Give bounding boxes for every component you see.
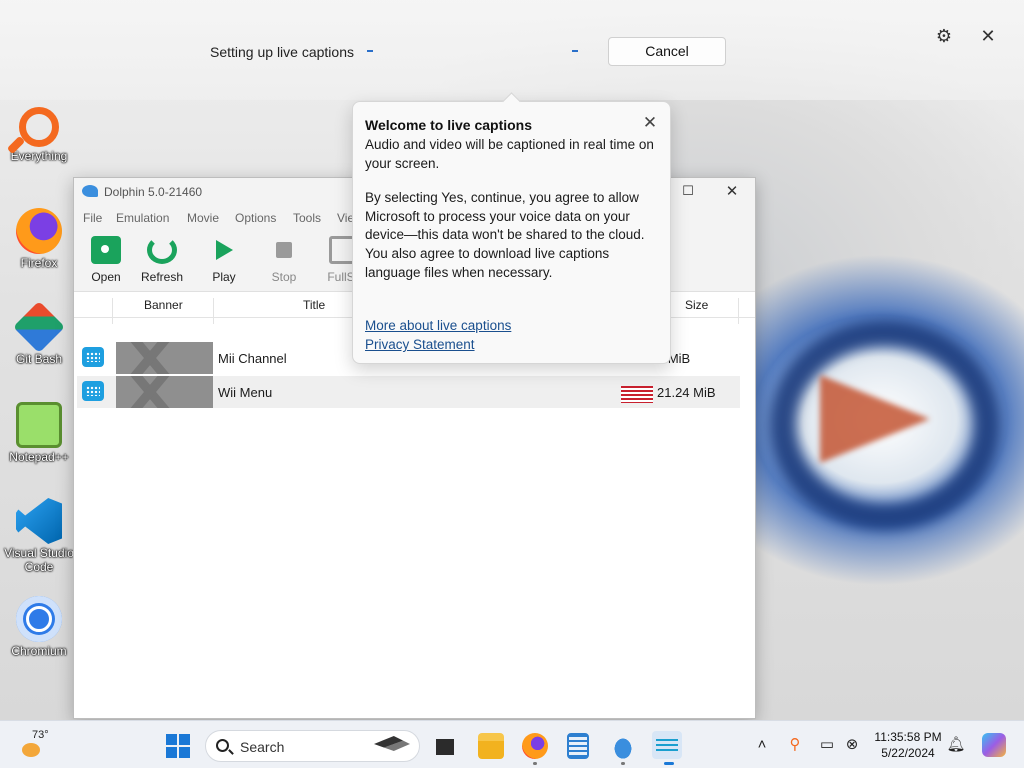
popup-title: Welcome to live captions xyxy=(365,117,533,133)
window-title: Dolphin 5.0-21460 xyxy=(104,185,203,199)
menu-file[interactable]: File xyxy=(83,211,102,225)
refresh-icon xyxy=(147,236,177,264)
file-explorer-icon[interactable] xyxy=(478,733,504,759)
open-button[interactable]: Open xyxy=(80,236,132,284)
desktop-icon-vscode[interactable]: Visual Studio Code xyxy=(4,498,74,574)
play-button[interactable]: Play xyxy=(198,236,250,284)
git-bash-icon xyxy=(12,300,66,354)
close-icon[interactable]: ✕ xyxy=(978,26,998,46)
menu-options[interactable]: Options xyxy=(235,211,276,225)
popup-body: Audio and video will be captioned in rea… xyxy=(365,136,655,298)
open-label: Open xyxy=(91,270,121,284)
clock-date: 5/22/2024 xyxy=(881,746,935,760)
graduation-cap-icon xyxy=(374,736,410,751)
clock[interactable]: 11:35:58 PM 5/22/2024 xyxy=(872,729,944,761)
privacy-statement-link[interactable]: Privacy Statement xyxy=(365,337,475,352)
progress-dash xyxy=(572,50,578,52)
desktop-icon-everything[interactable]: Everything xyxy=(4,104,74,163)
column-banner[interactable]: Banner xyxy=(144,298,183,312)
wii-platform-icon xyxy=(82,381,104,401)
open-folder-icon xyxy=(91,236,121,264)
taskbar: 73° Search ˄ ⚲ ▭ ⊗ 11:35:58 PM 5/22/2024… xyxy=(0,720,1024,768)
start-button[interactable] xyxy=(166,734,190,758)
column-separator[interactable] xyxy=(213,298,214,324)
game-title: Wii Menu xyxy=(218,385,273,400)
desktop-icon-label: Visual Studio Code xyxy=(4,546,74,574)
wallpaper-play-shape xyxy=(820,375,930,463)
live-captions-welcome-popup: Welcome to live captions ✕ Audio and vid… xyxy=(352,101,671,364)
game-banner-placeholder xyxy=(116,376,213,408)
desktop-icon-label: Firefox xyxy=(20,256,58,270)
popup-paragraph: Audio and video will be captioned in rea… xyxy=(365,137,654,171)
vscode-icon xyxy=(16,498,62,544)
cancel-button[interactable]: Cancel xyxy=(608,37,726,66)
more-about-live-captions-link[interactable]: More about live captions xyxy=(365,318,511,333)
stop-label: Stop xyxy=(271,270,297,284)
desktop-icon-label: Git Bash xyxy=(15,352,63,366)
column-size[interactable]: Size xyxy=(685,298,708,312)
chevron-up-icon[interactable]: ˄ xyxy=(752,735,772,755)
display-icon[interactable]: ▭ xyxy=(817,735,837,755)
caption-status-text: Setting up live captions xyxy=(210,44,354,60)
desktop-icon-label: Notepad++ xyxy=(9,450,69,464)
notepad-plus-plus-icon xyxy=(16,402,62,448)
maximize-icon[interactable]: ☐ xyxy=(680,183,696,199)
desktop-icon-chromium[interactable]: Chromium xyxy=(4,596,74,658)
clock-time: 11:35:58 PM xyxy=(874,730,942,744)
network-icon[interactable]: ⊗ xyxy=(842,735,862,755)
refresh-button[interactable]: Refresh xyxy=(136,236,188,284)
notepad-taskbar-icon[interactable] xyxy=(567,733,589,759)
stop-icon xyxy=(276,242,292,258)
live-captions-taskbar-icon[interactable] xyxy=(652,731,682,759)
everything-search-icon xyxy=(19,107,59,147)
progress-dash xyxy=(367,50,373,52)
wii-platform-icon xyxy=(82,347,104,367)
desktop-icon-label: Chromium xyxy=(11,644,67,658)
window-close-icon[interactable]: ✕ xyxy=(724,182,740,200)
taskbar-search[interactable]: Search xyxy=(205,730,420,762)
active-indicator xyxy=(664,762,674,765)
popup-close-icon[interactable]: ✕ xyxy=(641,114,659,132)
column-title[interactable]: Title xyxy=(303,298,325,312)
desktop-icon-firefox[interactable]: Firefox xyxy=(4,208,74,270)
live-captions-bar: Setting up live captions Cancel ⚙ ✕ xyxy=(0,0,1024,100)
running-indicator xyxy=(621,762,625,765)
copilot-icon[interactable] xyxy=(982,733,1006,757)
task-view-icon[interactable] xyxy=(432,733,458,759)
running-indicator xyxy=(533,762,537,765)
gear-icon[interactable]: ⚙ xyxy=(934,26,954,46)
play-label: Play xyxy=(212,270,236,284)
column-separator[interactable] xyxy=(112,298,113,324)
notification-bell-icon[interactable]: 🔔︎ xyxy=(946,735,966,755)
usa-flag-icon xyxy=(621,386,653,403)
refresh-label: Refresh xyxy=(140,270,184,284)
popup-paragraph: By selecting Yes, continue, you agree to… xyxy=(365,190,645,280)
search-placeholder: Search xyxy=(240,739,285,755)
stop-button[interactable]: Stop xyxy=(258,236,310,284)
menu-movie[interactable]: Movie xyxy=(187,211,219,225)
captions-icon xyxy=(656,739,678,751)
caption-bar-background xyxy=(0,0,1024,100)
game-size: 21.24 MiB xyxy=(657,385,716,400)
menu-emulation[interactable]: Emulation xyxy=(116,211,169,225)
weather-temperature: 73° xyxy=(32,729,49,741)
firefox-taskbar-icon[interactable] xyxy=(522,733,548,759)
play-icon xyxy=(215,240,233,260)
desktop-icon-notepad-plus-plus[interactable]: Notepad++ xyxy=(4,402,74,464)
search-icon xyxy=(216,739,229,752)
weather-widget[interactable]: 73° xyxy=(18,727,58,763)
dolphin-taskbar-icon[interactable] xyxy=(610,733,636,759)
firefox-icon xyxy=(16,208,62,254)
game-row-wii-menu[interactable]: Wii Menu 21.24 MiB xyxy=(77,376,740,408)
chromium-icon xyxy=(16,596,62,642)
column-separator[interactable] xyxy=(738,298,739,324)
everything-tray-icon[interactable]: ⚲ xyxy=(785,735,805,755)
menu-tools[interactable]: Tools xyxy=(293,211,321,225)
game-title: Mii Channel xyxy=(218,351,287,366)
dolphin-icon xyxy=(82,185,98,197)
game-banner-placeholder xyxy=(116,342,213,374)
weather-sun-icon xyxy=(22,743,40,757)
desktop-icon-git-bash[interactable]: Git Bash xyxy=(4,300,74,366)
